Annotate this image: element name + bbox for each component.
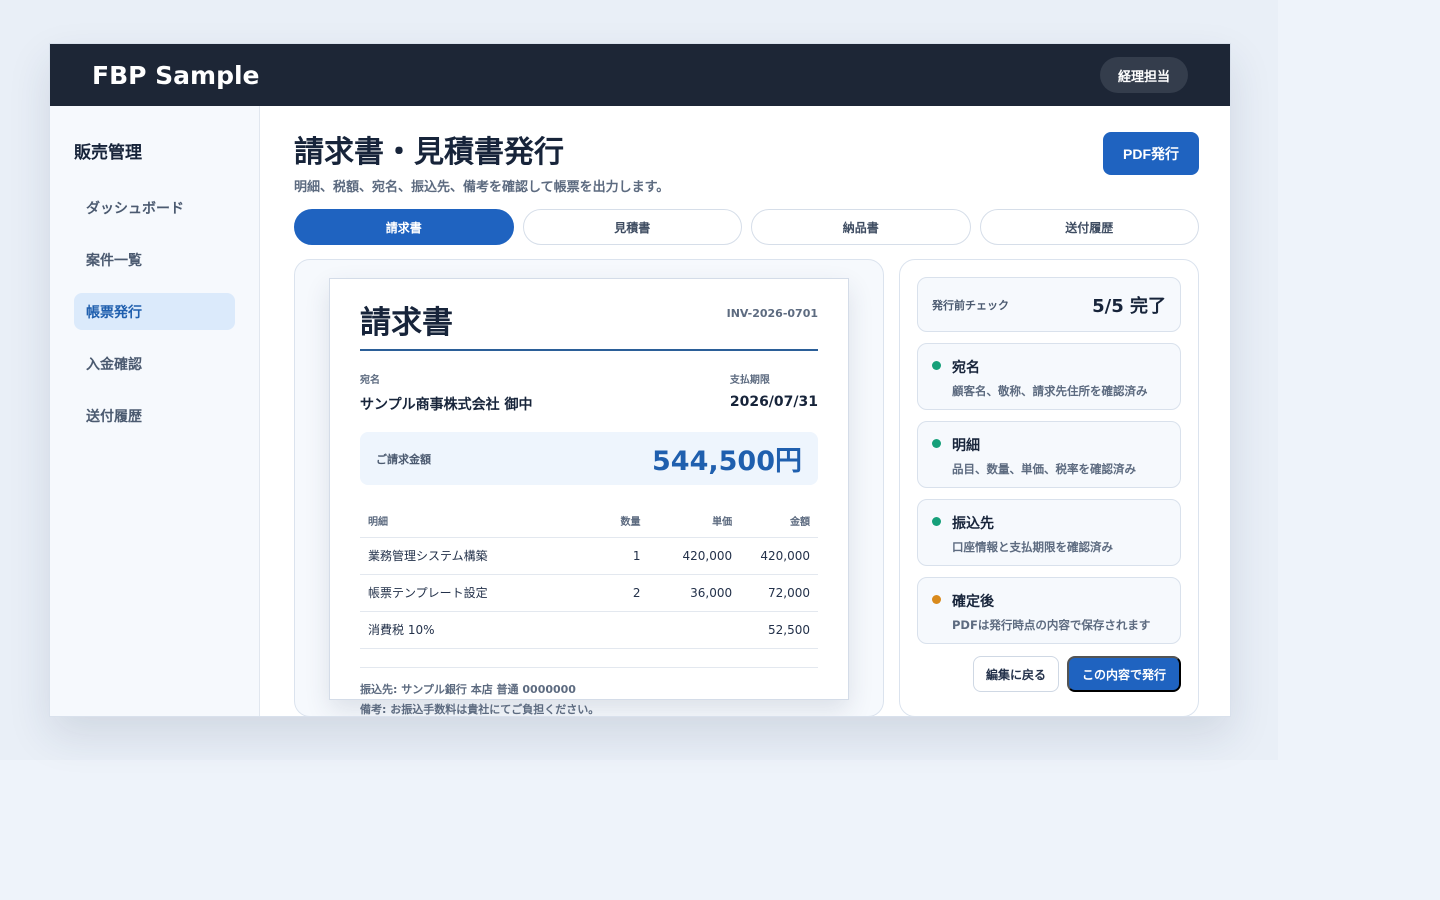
- check-item-title: 宛名: [952, 360, 980, 376]
- tab-send-history[interactable]: 送付履歴: [979, 209, 1199, 245]
- status-dot-icon: [932, 439, 941, 448]
- cell-price: [648, 611, 741, 649]
- top-bar: FBP Sample 経理担当: [50, 44, 1230, 106]
- status-dot-icon: [932, 595, 941, 604]
- tab-delivery-note[interactable]: 納品書: [751, 209, 971, 245]
- invoice-footer: 振込先: サンプル銀行 本店 普通 0000000 備考: お振込手数料は貴社に…: [360, 666, 818, 717]
- sidebar-title: 販売管理: [74, 143, 142, 163]
- column-header-qty: 数量: [598, 505, 649, 538]
- cell-qty: 1: [598, 537, 649, 575]
- tab-invoice[interactable]: 請求書: [294, 209, 514, 245]
- due-date-block: 支払期限 2026/07/31: [730, 371, 818, 414]
- sidebar-item-projects[interactable]: 案件一覧: [74, 241, 235, 278]
- billing-amount-label: ご請求金額: [376, 452, 431, 466]
- table-row: 消費税 10% 52,500: [360, 611, 818, 649]
- cell-amount: 52,500: [740, 611, 818, 649]
- page-title: 請求書・見積書発行: [294, 135, 564, 170]
- invoice-note: 備考: お振込手数料は貴社にてご負担ください。: [360, 702, 600, 716]
- tab-quotation[interactable]: 見積書: [522, 209, 742, 245]
- pre-issue-check-panel: 発行前チェック 5/5 完了 宛名 顧客名、敬称、請求先住所を確認済み 明細 品…: [899, 259, 1199, 716]
- cell-amount: 72,000: [740, 574, 818, 612]
- recipient-label: 宛名: [360, 375, 380, 386]
- page-subtitle: 明細、税額、宛名、振込先、備考を確認して帳票を出力します。: [294, 180, 670, 195]
- invoice-title: 請求書: [360, 305, 453, 341]
- check-item-bank: 振込先 口座情報と支払期限を確認済み: [917, 499, 1181, 566]
- pdf-issue-button[interactable]: PDF発行: [1103, 132, 1199, 175]
- check-item-desc: 品目、数量、単価、税率を確認済み: [952, 462, 1136, 476]
- cell-qty: 2: [598, 574, 649, 612]
- check-item-desc: 顧客名、敬称、請求先住所を確認済み: [952, 384, 1148, 398]
- sidebar-item-document-issue[interactable]: 帳票発行: [74, 293, 235, 330]
- status-dot-icon: [932, 361, 941, 370]
- recipient-value: サンプル商事株式会社 御中: [360, 397, 533, 413]
- document-tabs: 請求書 見積書 納品書 送付履歴: [294, 209, 1199, 245]
- billing-amount-box: ご請求金額 544,500円: [360, 432, 818, 485]
- cell-qty: [598, 611, 649, 649]
- cell-item: 消費税 10%: [360, 611, 599, 649]
- column-header-price: 単価: [648, 505, 741, 538]
- cell-price: 420,000: [648, 537, 741, 575]
- column-header-item: 明細: [360, 505, 599, 538]
- line-items-table: 明細 数量 単価 金額 業務管理システム構築 1 420,000 420,000…: [360, 505, 818, 649]
- check-item-recipient: 宛名 顧客名、敬称、請求先住所を確認済み: [917, 343, 1181, 410]
- check-summary-label: 発行前チェック: [932, 298, 1009, 312]
- check-summary: 発行前チェック 5/5 完了: [917, 277, 1181, 332]
- invoice-number: INV-2026-0701: [726, 307, 818, 320]
- brand-logo: FBP Sample: [92, 60, 260, 90]
- issue-with-content-button[interactable]: この内容で発行: [1066, 656, 1181, 692]
- sidebar-item-send-history[interactable]: 送付履歴: [74, 397, 235, 434]
- billing-amount-value: 544,500円: [652, 446, 802, 477]
- check-item-desc: PDFは発行時点の内容で保存されます: [952, 618, 1151, 632]
- invoice-preview-panel: 請求書 INV-2026-0701 宛名 サンプル商事株式会社 御中 支払期限 …: [294, 259, 884, 716]
- user-role-badge[interactable]: 経理担当: [1099, 57, 1188, 93]
- table-header-row: 明細 数量 単価 金額: [360, 505, 818, 538]
- due-date-value: 2026/07/31: [729, 394, 818, 410]
- column-header-amount: 金額: [740, 505, 818, 538]
- check-summary-score: 5/5 完了: [1092, 295, 1166, 317]
- cell-amount: 420,000: [740, 537, 818, 575]
- check-item-title: 明細: [952, 438, 980, 454]
- check-item-title: 確定後: [952, 594, 994, 610]
- status-dot-icon: [932, 517, 941, 526]
- table-row: 帳票テンプレート設定 2 36,000 72,000: [360, 574, 818, 612]
- app-window: FBP Sample 経理担当 販売管理 ダッシュボード 案件一覧 帳票発行 入…: [49, 43, 1231, 717]
- back-to-edit-button[interactable]: 編集に戻る: [972, 656, 1059, 692]
- bank-info: 振込先: サンプル銀行 本店 普通 0000000: [360, 682, 576, 696]
- sidebar-item-dashboard[interactable]: ダッシュボード: [74, 189, 235, 226]
- cell-price: 36,000: [648, 574, 741, 612]
- main-content: 請求書・見積書発行 明細、税額、宛名、振込先、備考を確認して帳票を出力します。 …: [260, 106, 1230, 716]
- cell-item: 業務管理システム構築: [360, 537, 599, 575]
- recipient-block: 宛名 サンプル商事株式会社 御中: [360, 371, 532, 414]
- check-item-desc: 口座情報と支払期限を確認済み: [952, 540, 1113, 554]
- cell-item: 帳票テンプレート設定: [360, 574, 599, 612]
- check-item-title: 振込先: [952, 516, 994, 532]
- due-date-label: 支払期限: [729, 375, 770, 386]
- sidebar: 販売管理 ダッシュボード 案件一覧 帳票発行 入金確認 送付履歴: [50, 106, 260, 716]
- sidebar-item-payment-check[interactable]: 入金確認: [74, 345, 235, 382]
- invoice-sheet: 請求書 INV-2026-0701 宛名 サンプル商事株式会社 御中 支払期限 …: [329, 278, 849, 716]
- check-item-line-items: 明細 品目、数量、単価、税率を確認済み: [917, 421, 1181, 488]
- check-item-after-confirm: 確定後 PDFは発行時点の内容で保存されます: [917, 577, 1181, 644]
- table-row: 業務管理システム構築 1 420,000 420,000: [360, 537, 818, 575]
